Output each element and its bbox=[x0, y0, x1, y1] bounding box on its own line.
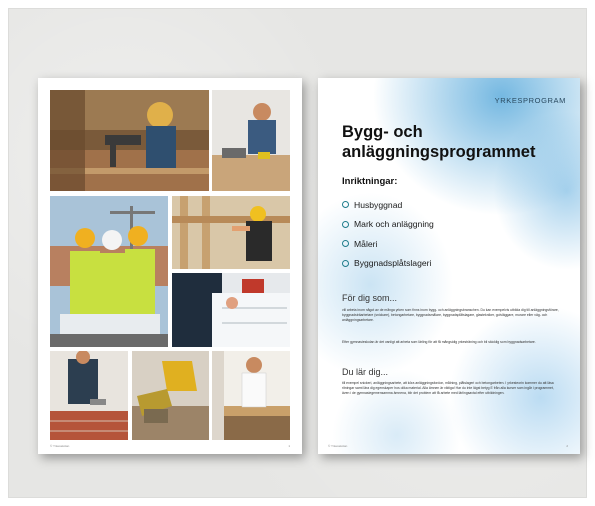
team-with-blueprints-photo bbox=[50, 196, 168, 347]
worker-sawing-photo bbox=[212, 90, 290, 191]
track-item: Måleri bbox=[342, 234, 434, 254]
bricklayer-photo bbox=[50, 351, 128, 440]
carpenter-drilling-photo bbox=[50, 90, 209, 191]
right-page-footer: © Yrkesskolan bbox=[328, 444, 348, 448]
circle-bullet-icon bbox=[342, 220, 349, 228]
right-page: YRKESPROGRAM Bygg- och anläggningsprogra… bbox=[318, 78, 580, 454]
left-page-number: 1 bbox=[288, 444, 290, 448]
page-title: Bygg- och anläggningsprogrammet bbox=[342, 122, 570, 162]
track-label: Byggnadsplåtslageri bbox=[354, 258, 432, 269]
track-label: Måleri bbox=[354, 238, 378, 249]
circle-bullet-icon bbox=[342, 201, 349, 209]
section-paragraph: till exempel snickeri, anläggningsarbete… bbox=[342, 381, 554, 396]
section-paragraph: Efter gymnasieskolan är det vanligt att … bbox=[342, 340, 536, 344]
timber-frame-worker-photo bbox=[172, 196, 290, 269]
track-item: Mark och anläggning bbox=[342, 215, 434, 235]
track-item: Husbyggnad bbox=[342, 195, 434, 215]
workshop-worker-photo bbox=[212, 351, 290, 440]
track-item: Byggnadsplåtslageri bbox=[342, 254, 434, 274]
section-heading-du-lar-dig: Du lär dig... bbox=[342, 367, 389, 377]
section-heading-for-dig: För dig som... bbox=[342, 293, 398, 303]
circle-bullet-icon bbox=[342, 240, 349, 248]
eyebrow-label: YRKESPROGRAM bbox=[494, 96, 566, 105]
title-line-2: anläggningsprogrammet bbox=[342, 143, 536, 161]
tracks-list: Husbyggnad Mark och anläggning Måleri By… bbox=[342, 195, 434, 273]
blueprint-hands-photo bbox=[172, 273, 290, 347]
track-label: Mark och anläggning bbox=[354, 219, 434, 230]
left-page: © Yrkesskolan 1 bbox=[38, 78, 302, 454]
title-line-1: Bygg- och bbox=[342, 123, 423, 141]
excavator-photo bbox=[132, 351, 209, 440]
track-label: Husbyggnad bbox=[354, 199, 403, 210]
tracks-heading: Inriktningar: bbox=[342, 176, 398, 187]
right-page-number: 2 bbox=[566, 444, 568, 448]
section-paragraph: vill arbeta inom något av de många yrken… bbox=[342, 308, 559, 323]
left-page-footer: © Yrkesskolan bbox=[50, 444, 70, 448]
circle-bullet-icon bbox=[342, 259, 349, 267]
